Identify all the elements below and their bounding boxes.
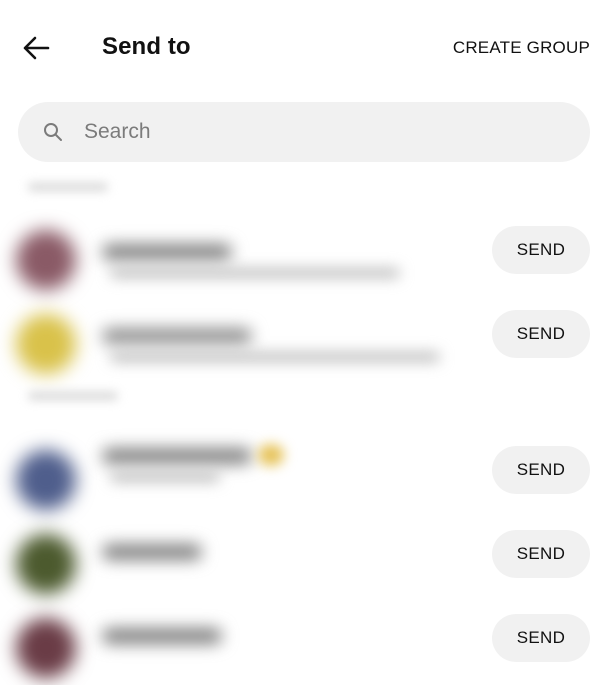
contact-row: SEND xyxy=(0,222,600,302)
contact-subtitle-blurred xyxy=(110,472,220,482)
section-label-blurred xyxy=(28,183,108,191)
send-button[interactable]: SEND xyxy=(492,614,590,662)
avatar xyxy=(16,534,76,594)
search-bar[interactable] xyxy=(18,102,590,162)
contact-name-blurred xyxy=(102,328,252,344)
contact-subtitle-blurred xyxy=(110,352,440,362)
arrow-left-icon xyxy=(23,36,50,60)
contact-row: SEND xyxy=(0,610,600,685)
send-to-screen: Send to CREATE GROUP SEND SEND SEND xyxy=(0,0,600,685)
avatar xyxy=(16,450,76,510)
contact-name-blurred xyxy=(102,628,222,644)
avatar xyxy=(16,230,76,290)
contact-row: SEND xyxy=(0,306,600,386)
contact-row: SEND xyxy=(0,526,600,606)
search-icon xyxy=(42,121,64,143)
header: Send to CREATE GROUP xyxy=(0,0,600,96)
avatar xyxy=(16,314,76,374)
search-input[interactable] xyxy=(84,120,504,144)
page-title: Send to xyxy=(102,33,191,60)
contact-name-blurred xyxy=(102,448,252,464)
contact-name-blurred xyxy=(102,544,202,560)
send-button[interactable]: SEND xyxy=(492,530,590,578)
create-group-button[interactable]: CREATE GROUP xyxy=(453,36,590,60)
avatar xyxy=(16,618,76,678)
contact-row: SEND xyxy=(0,442,600,522)
emoji-blurred xyxy=(258,444,284,466)
contact-subtitle-blurred xyxy=(110,268,400,278)
send-button[interactable]: SEND xyxy=(492,310,590,358)
contact-name-blurred xyxy=(102,244,232,260)
send-button[interactable]: SEND xyxy=(492,226,590,274)
send-button[interactable]: SEND xyxy=(492,446,590,494)
section-label-blurred xyxy=(28,392,118,400)
back-button[interactable] xyxy=(16,30,56,66)
